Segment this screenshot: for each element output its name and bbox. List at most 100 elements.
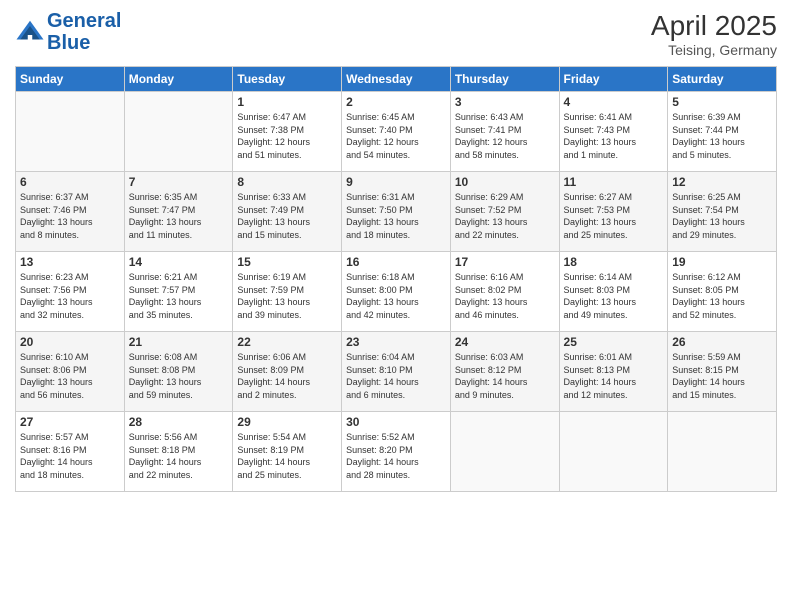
- day-cell: 4 Sunrise: 6:41 AM Sunset: 7:43 PM Daylig…: [559, 92, 668, 172]
- day-cell: 20 Sunrise: 6:10 AM Sunset: 8:06 PM Dayli…: [16, 332, 125, 412]
- day-number: 7: [129, 175, 229, 189]
- day-number: 25: [564, 335, 664, 349]
- day-info: Sunrise: 6:10 AM Sunset: 8:06 PM Dayligh…: [20, 351, 120, 401]
- col-monday: Monday: [124, 67, 233, 92]
- week-row-5: 27 Sunrise: 5:57 AM Sunset: 8:16 PM Dayli…: [16, 412, 777, 492]
- day-number: 24: [455, 335, 555, 349]
- day-info: Sunrise: 6:16 AM Sunset: 8:02 PM Dayligh…: [455, 271, 555, 321]
- day-number: 29: [237, 415, 337, 429]
- logo-text: General Blue: [47, 10, 121, 54]
- day-info: Sunrise: 6:12 AM Sunset: 8:05 PM Dayligh…: [672, 271, 772, 321]
- logo: General Blue: [15, 10, 121, 54]
- day-number: 9: [346, 175, 446, 189]
- day-info: Sunrise: 6:33 AM Sunset: 7:49 PM Dayligh…: [237, 191, 337, 241]
- day-cell: 17 Sunrise: 6:16 AM Sunset: 8:02 PM Dayli…: [450, 252, 559, 332]
- day-info: Sunrise: 6:41 AM Sunset: 7:43 PM Dayligh…: [564, 111, 664, 161]
- day-number: 17: [455, 255, 555, 269]
- col-wednesday: Wednesday: [342, 67, 451, 92]
- day-number: 30: [346, 415, 446, 429]
- day-number: 8: [237, 175, 337, 189]
- logo-line2: Blue: [47, 32, 121, 54]
- day-cell: 22Sunrise: 6:06 AM Sunset: 8:09 PM Dayli…: [233, 332, 342, 412]
- day-cell: [16, 92, 125, 172]
- day-info: Sunrise: 6:37 AM Sunset: 7:46 PM Dayligh…: [20, 191, 120, 241]
- day-number: 2: [346, 95, 446, 109]
- day-number: 20: [20, 335, 120, 349]
- day-info: Sunrise: 6:45 AM Sunset: 7:40 PM Dayligh…: [346, 111, 446, 161]
- day-cell: 7 Sunrise: 6:35 AM Sunset: 7:47 PM Daylig…: [124, 172, 233, 252]
- col-sunday: Sunday: [16, 67, 125, 92]
- day-cell: 24 Sunrise: 6:03 AM Sunset: 8:12 PM Dayli…: [450, 332, 559, 412]
- col-friday: Friday: [559, 67, 668, 92]
- day-info: Sunrise: 6:03 AM Sunset: 8:12 PM Dayligh…: [455, 351, 555, 401]
- day-info: Sunrise: 6:35 AM Sunset: 7:47 PM Dayligh…: [129, 191, 229, 241]
- day-number: 14: [129, 255, 229, 269]
- day-number: 21: [129, 335, 229, 349]
- day-cell: 5 Sunrise: 6:39 AM Sunset: 7:44 PM Daylig…: [668, 92, 777, 172]
- day-number: 6: [20, 175, 120, 189]
- day-cell: 23Sunrise: 6:04 AM Sunset: 8:10 PM Dayli…: [342, 332, 451, 412]
- day-number: 26: [672, 335, 772, 349]
- day-info: Sunrise: 5:57 AM Sunset: 8:16 PM Dayligh…: [20, 431, 120, 481]
- day-cell: 6 Sunrise: 6:37 AM Sunset: 7:46 PM Daylig…: [16, 172, 125, 252]
- day-cell: 13 Sunrise: 6:23 AM Sunset: 7:56 PM Dayli…: [16, 252, 125, 332]
- day-info: Sunrise: 5:56 AM Sunset: 8:18 PM Dayligh…: [129, 431, 229, 481]
- day-number: 12: [672, 175, 772, 189]
- day-cell: 25 Sunrise: 6:01 AM Sunset: 8:13 PM Dayli…: [559, 332, 668, 412]
- day-number: 22: [237, 335, 337, 349]
- day-cell: [668, 412, 777, 492]
- title-block: April 2025 Teising, Germany: [651, 10, 777, 58]
- month-year: April 2025: [651, 10, 777, 42]
- day-info: Sunrise: 6:29 AM Sunset: 7:52 PM Dayligh…: [455, 191, 555, 241]
- day-cell: 29 Sunrise: 5:54 AM Sunset: 8:19 PM Dayli…: [233, 412, 342, 492]
- col-saturday: Saturday: [668, 67, 777, 92]
- day-info: Sunrise: 6:04 AM Sunset: 8:10 PM Dayligh…: [346, 351, 446, 401]
- day-cell: 9 Sunrise: 6:31 AM Sunset: 7:50 PM Daylig…: [342, 172, 451, 252]
- day-number: 4: [564, 95, 664, 109]
- day-number: 10: [455, 175, 555, 189]
- day-number: 5: [672, 95, 772, 109]
- day-cell: 21 Sunrise: 6:08 AM Sunset: 8:08 PM Dayli…: [124, 332, 233, 412]
- day-number: 15: [237, 255, 337, 269]
- day-info: Sunrise: 6:21 AM Sunset: 7:57 PM Dayligh…: [129, 271, 229, 321]
- day-cell: [124, 92, 233, 172]
- day-cell: 27 Sunrise: 5:57 AM Sunset: 8:16 PM Dayli…: [16, 412, 125, 492]
- day-cell: 10 Sunrise: 6:29 AM Sunset: 7:52 PM Dayli…: [450, 172, 559, 252]
- day-cell: 12Sunrise: 6:25 AM Sunset: 7:54 PM Dayli…: [668, 172, 777, 252]
- day-info: Sunrise: 6:01 AM Sunset: 8:13 PM Dayligh…: [564, 351, 664, 401]
- day-cell: 1Sunrise: 6:47 AM Sunset: 7:38 PM Daylig…: [233, 92, 342, 172]
- day-info: Sunrise: 5:52 AM Sunset: 8:20 PM Dayligh…: [346, 431, 446, 481]
- logo-line1: General: [47, 10, 121, 32]
- day-cell: 30 Sunrise: 5:52 AM Sunset: 8:20 PM Dayli…: [342, 412, 451, 492]
- day-cell: 19 Sunrise: 6:12 AM Sunset: 8:05 PM Dayli…: [668, 252, 777, 332]
- header-row: Sunday Monday Tuesday Wednesday Thursday…: [16, 67, 777, 92]
- day-cell: 8 Sunrise: 6:33 AM Sunset: 7:49 PM Daylig…: [233, 172, 342, 252]
- day-info: Sunrise: 5:59 AM Sunset: 8:15 PM Dayligh…: [672, 351, 772, 401]
- day-info: Sunrise: 6:19 AM Sunset: 7:59 PM Dayligh…: [237, 271, 337, 321]
- week-row-3: 13 Sunrise: 6:23 AM Sunset: 7:56 PM Dayli…: [16, 252, 777, 332]
- calendar: Sunday Monday Tuesday Wednesday Thursday…: [15, 66, 777, 492]
- day-cell: 18 Sunrise: 6:14 AM Sunset: 8:03 PM Dayli…: [559, 252, 668, 332]
- day-number: 16: [346, 255, 446, 269]
- day-number: 11: [564, 175, 664, 189]
- day-number: 18: [564, 255, 664, 269]
- day-info: Sunrise: 6:39 AM Sunset: 7:44 PM Dayligh…: [672, 111, 772, 161]
- header: General Blue April 2025 Teising, Germany: [15, 10, 777, 58]
- day-number: 27: [20, 415, 120, 429]
- day-cell: 28Sunrise: 5:56 AM Sunset: 8:18 PM Dayli…: [124, 412, 233, 492]
- day-cell: 26 Sunrise: 5:59 AM Sunset: 8:15 PM Dayli…: [668, 332, 777, 412]
- day-cell: 15 Sunrise: 6:19 AM Sunset: 7:59 PM Dayli…: [233, 252, 342, 332]
- day-cell: 16Sunrise: 6:18 AM Sunset: 8:00 PM Dayli…: [342, 252, 451, 332]
- day-info: Sunrise: 5:54 AM Sunset: 8:19 PM Dayligh…: [237, 431, 337, 481]
- day-cell: 14 Sunrise: 6:21 AM Sunset: 7:57 PM Dayli…: [124, 252, 233, 332]
- day-info: Sunrise: 6:31 AM Sunset: 7:50 PM Dayligh…: [346, 191, 446, 241]
- day-number: 13: [20, 255, 120, 269]
- day-info: Sunrise: 6:14 AM Sunset: 8:03 PM Dayligh…: [564, 271, 664, 321]
- day-number: 1: [237, 95, 337, 109]
- day-info: Sunrise: 6:08 AM Sunset: 8:08 PM Dayligh…: [129, 351, 229, 401]
- week-row-4: 20 Sunrise: 6:10 AM Sunset: 8:06 PM Dayli…: [16, 332, 777, 412]
- day-number: 19: [672, 255, 772, 269]
- day-info: Sunrise: 6:23 AM Sunset: 7:56 PM Dayligh…: [20, 271, 120, 321]
- day-number: 3: [455, 95, 555, 109]
- col-thursday: Thursday: [450, 67, 559, 92]
